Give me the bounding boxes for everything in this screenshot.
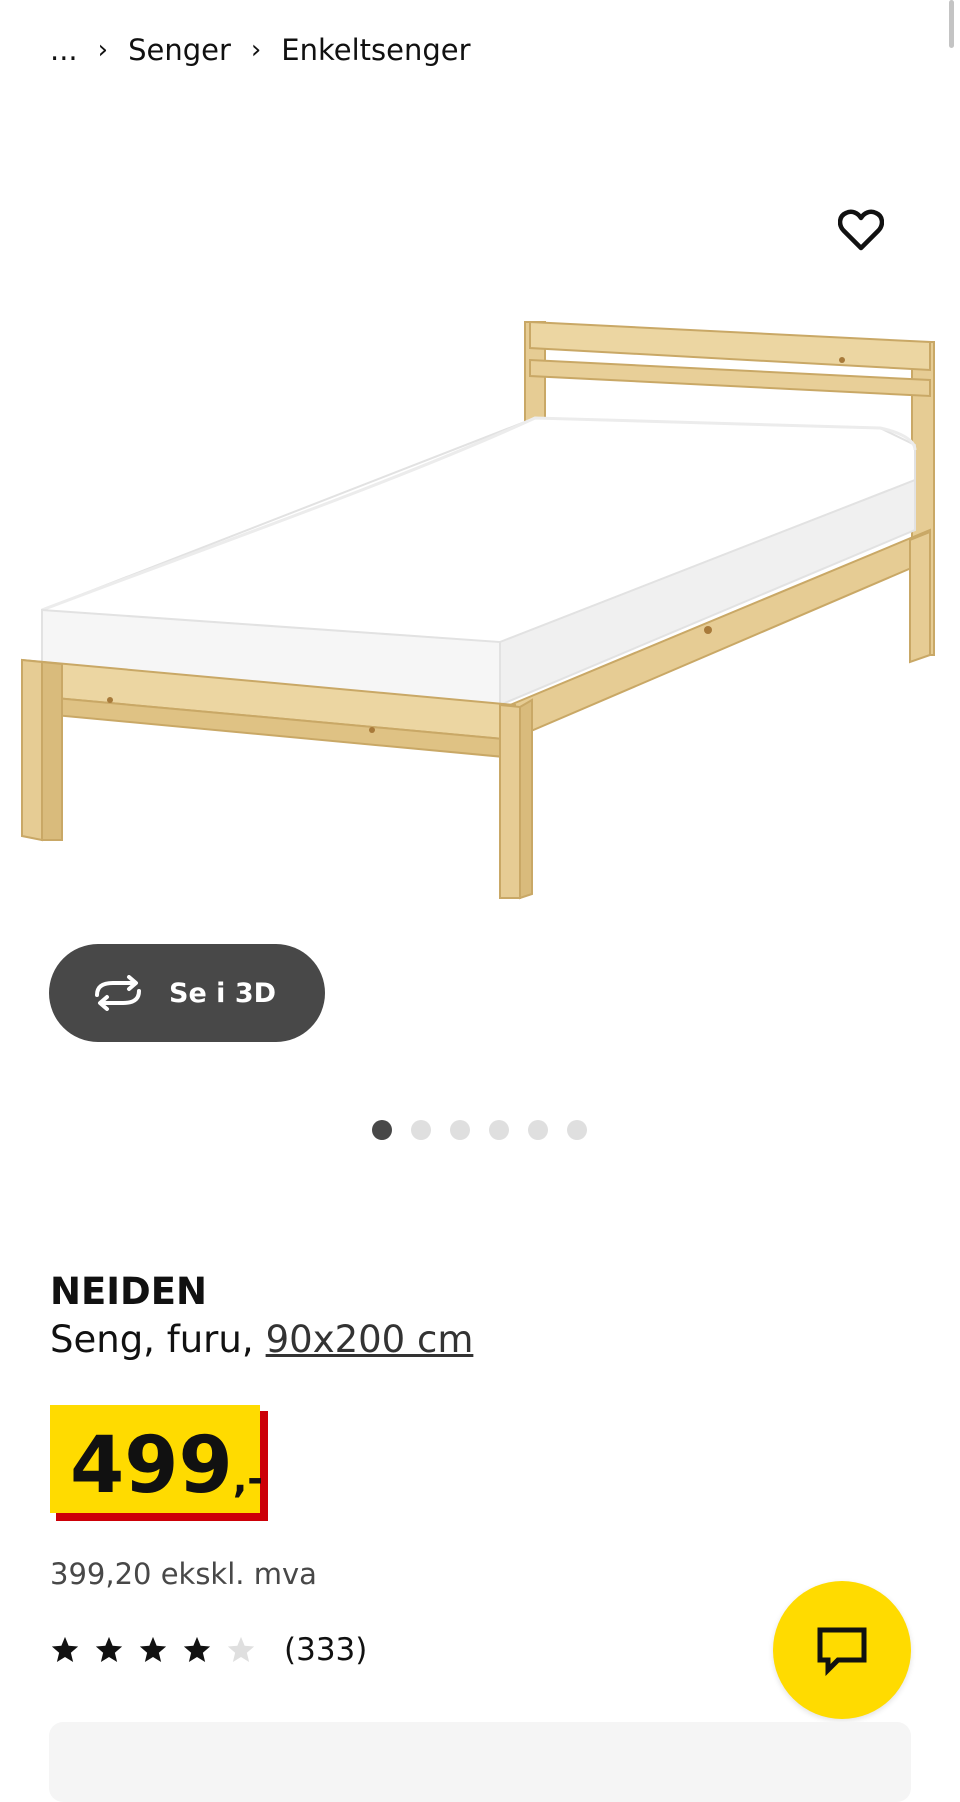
scrollbar-thumb[interactable] (949, 0, 954, 48)
gallery-dot-6[interactable] (567, 1120, 587, 1140)
speech-bubble-icon (817, 1627, 867, 1676)
star-empty-icon (227, 1636, 255, 1662)
star-icon (95, 1636, 123, 1662)
breadcrumb-item-senger[interactable]: Senger (128, 33, 231, 67)
review-count[interactable]: (333) (284, 1632, 367, 1668)
price-integer: 499 (70, 1421, 233, 1511)
chevron-right-icon: › (250, 35, 262, 65)
price-tag-box: 499 ,- (50, 1405, 264, 1513)
chevron-right-icon: › (97, 35, 109, 65)
price-suffix: ,- (232, 1457, 264, 1501)
gallery-dot-2[interactable] (411, 1120, 431, 1140)
favorite-button[interactable] (836, 205, 886, 255)
breadcrumb-item-enkeltsenger[interactable]: Enkeltsenger (281, 33, 470, 67)
star-icon (183, 1636, 211, 1662)
gallery-dot-3[interactable] (450, 1120, 470, 1140)
gallery-pagination (372, 1120, 606, 1140)
breadcrumb-ellipsis[interactable]: ... (50, 33, 78, 67)
heart-outline-icon (838, 209, 884, 251)
gallery-dot-4[interactable] (489, 1120, 509, 1140)
price-tag: 499 ,- (50, 1405, 270, 1523)
view-in-3d-label: Se i 3D (169, 977, 277, 1009)
star-icon (139, 1636, 167, 1662)
product-size-link[interactable]: 90x200 cm (266, 1318, 474, 1361)
product-description: Seng, furu, 90x200 cm (50, 1318, 473, 1361)
gallery-dot-5[interactable] (528, 1120, 548, 1140)
price-excluding-vat: 399,20 ekskl. mva (50, 1557, 317, 1591)
chat-button[interactable] (773, 1581, 911, 1719)
view-in-3d-button[interactable]: Se i 3D (49, 944, 325, 1042)
rotate-arrows-icon (91, 975, 145, 1011)
product-name: NEIDEN (50, 1270, 207, 1313)
bed-product-image (21, 320, 935, 900)
gallery-dot-1[interactable] (372, 1120, 392, 1140)
info-card[interactable] (49, 1722, 911, 1802)
product-rating[interactable]: (333) (50, 1632, 367, 1668)
breadcrumb: ... › Senger › Enkeltsenger (50, 28, 471, 72)
star-icon (51, 1636, 79, 1662)
product-description-text: Seng, furu, (50, 1318, 254, 1361)
